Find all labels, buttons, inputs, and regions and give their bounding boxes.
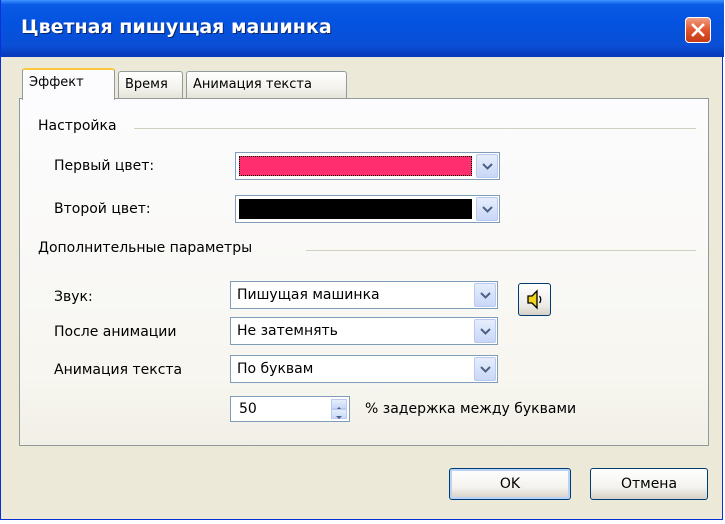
first-color-picker[interactable] [235, 152, 500, 180]
animate-text-select-value: По буквам [237, 361, 314, 377]
dialog-window: Цветная пишущая машинка Эффект Время Ани… [0, 0, 724, 520]
close-icon [691, 23, 705, 37]
first-color-dropdown-button[interactable] [476, 154, 498, 178]
tab-label: Время [125, 77, 168, 92]
speaker-icon [527, 289, 542, 310]
tab-timing[interactable]: Время [118, 71, 183, 99]
second-color-dropdown-button[interactable] [476, 197, 498, 221]
delay-spinner[interactable]: 50 [230, 396, 350, 422]
tab-label: Анимация текста [193, 77, 312, 92]
sound-select[interactable]: Пишущая машинка [230, 281, 498, 309]
second-color-label: Второй цвет: [54, 201, 151, 217]
ok-button[interactable]: OK [449, 468, 571, 500]
second-color-swatch [239, 199, 472, 219]
window-title: Цветная пишущая машинка [21, 16, 332, 38]
chevron-down-icon [336, 416, 342, 419]
chevron-down-icon [482, 206, 493, 213]
animate-text-label: Анимация текста [54, 362, 183, 378]
animate-text-select[interactable]: По буквам [230, 355, 498, 383]
delay-label: % задержка между буквами [365, 401, 577, 417]
sound-select-value: Пишущая машинка [237, 287, 380, 303]
spinner-down-button[interactable] [331, 409, 347, 419]
group-divider [306, 250, 696, 251]
tab-text-animation[interactable]: Анимация текста [186, 71, 347, 99]
first-color-label: Первый цвет: [54, 158, 155, 174]
delay-spinner-value: 50 [239, 401, 257, 417]
spinner-buttons [331, 399, 347, 419]
sound-label: Звук: [54, 289, 93, 305]
second-color-picker[interactable] [235, 195, 500, 223]
after-animation-select-value: Не затемнять [237, 323, 338, 339]
tab-effect[interactable]: Эффект [22, 68, 115, 100]
spinner-up-button[interactable] [331, 399, 347, 410]
tab-label: Эффект [29, 75, 84, 90]
title-bar[interactable]: Цветная пишущая машинка [1, 0, 724, 57]
group-title-advanced: Дополнительные параметры [38, 240, 253, 256]
after-animation-dropdown-button[interactable] [474, 319, 496, 343]
after-animation-select[interactable]: Не затемнять [230, 317, 498, 345]
chevron-down-icon [482, 163, 493, 170]
chevron-down-icon [480, 366, 491, 373]
group-title-settings: Настройка [38, 118, 117, 134]
cancel-button[interactable]: Отмена [590, 468, 708, 500]
chevron-down-icon [480, 328, 491, 335]
chevron-down-icon [480, 292, 491, 299]
after-animation-label: После анимации [54, 324, 177, 340]
close-button[interactable] [685, 17, 711, 43]
animate-text-dropdown-button[interactable] [474, 357, 496, 381]
tab-panel-effect [19, 98, 709, 446]
play-sound-button[interactable] [518, 283, 551, 316]
sound-dropdown-button[interactable] [474, 283, 496, 307]
group-divider [134, 128, 696, 129]
first-color-swatch [239, 156, 472, 176]
